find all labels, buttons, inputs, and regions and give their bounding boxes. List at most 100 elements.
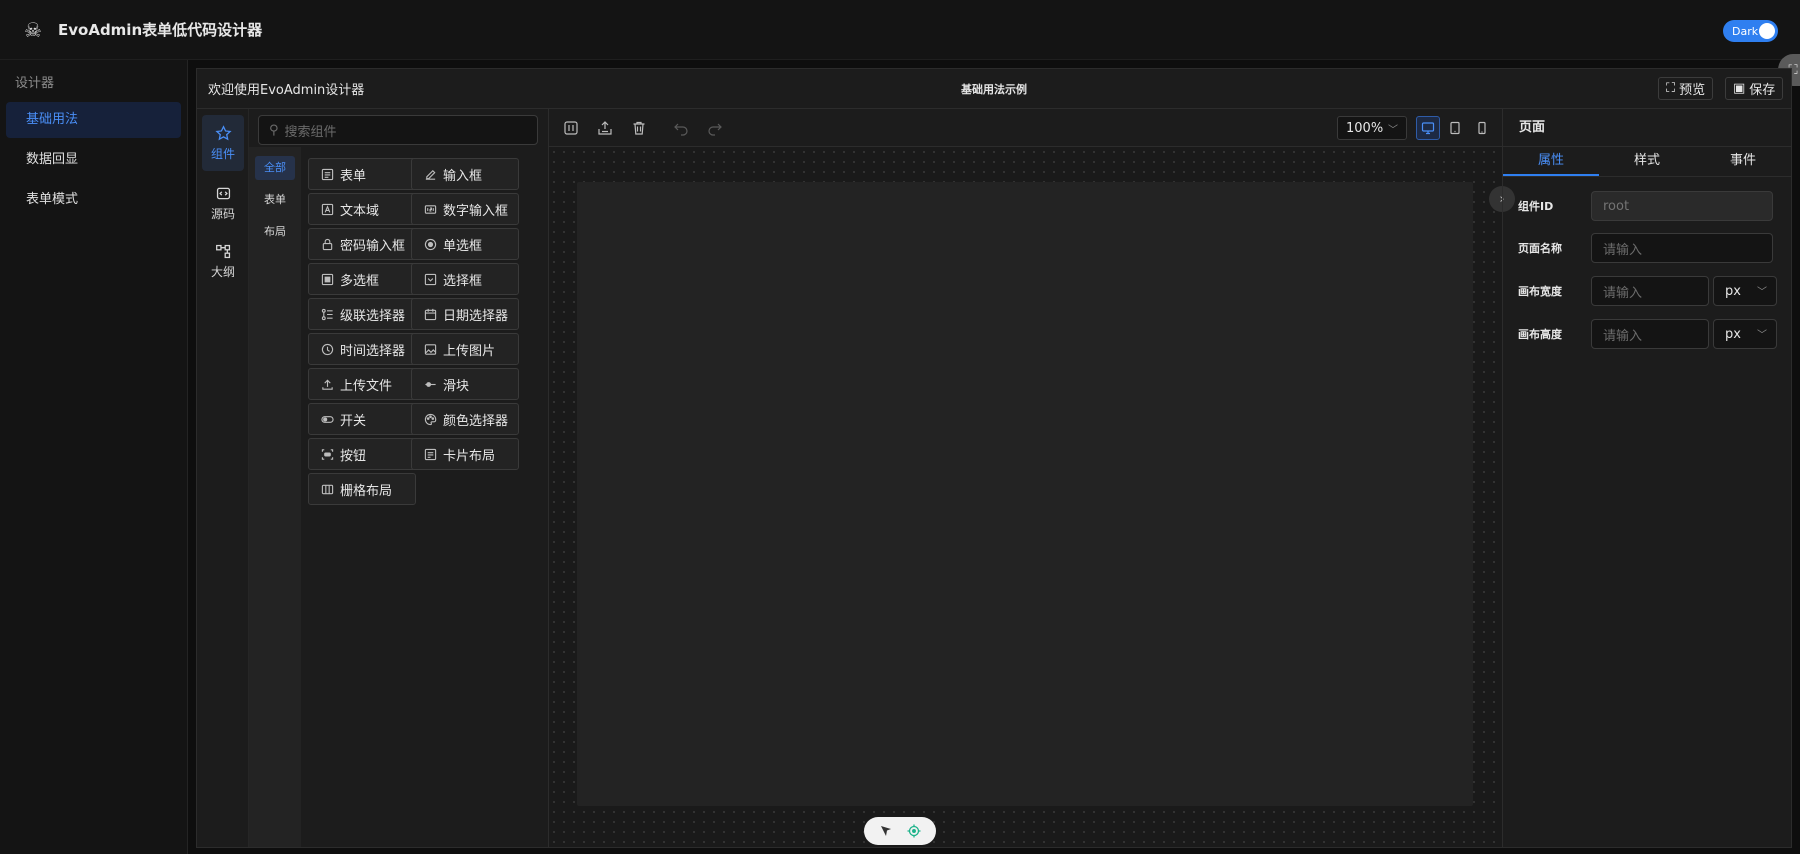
sidebar-item-basic[interactable]: 基础用法 (6, 102, 181, 138)
prop-row-component-id: 组件ID root (1518, 191, 1782, 221)
designer-header: 欢迎使用EvoAdmin设计器 基础用法示例 ⛶ 预览 ▣ 保存 (197, 69, 1791, 109)
component-color-picker[interactable]: 颜色选择器 (411, 403, 519, 435)
desktop-icon (1421, 122, 1435, 135)
calendar-icon (424, 308, 437, 320)
designer-container: 欢迎使用EvoAdmin设计器 基础用法示例 ⛶ 预览 ▣ 保存 组件 源码 大… (196, 68, 1792, 848)
component-upload-image[interactable]: 上传图片 (411, 333, 519, 365)
tab-properties[interactable]: 属性 (1503, 147, 1599, 176)
redo-icon[interactable] (707, 120, 723, 136)
select-cursor-icon[interactable] (879, 824, 893, 838)
component-cascader[interactable]: 级联选择器 (308, 298, 416, 330)
button-icon (321, 448, 334, 460)
radio-icon (424, 238, 437, 250)
save-icon: ▣ (1733, 81, 1746, 96)
canvas-height-input[interactable]: 请输入 (1591, 319, 1709, 349)
chevron-down-icon: ﹀ (1757, 287, 1767, 298)
crosshair-icon[interactable] (907, 824, 921, 838)
delete-icon[interactable] (631, 120, 647, 136)
component-upload-file[interactable]: 上传文件 (308, 368, 416, 400)
theme-toggle-label: Dark (1732, 24, 1759, 38)
palette-icon (424, 413, 437, 425)
component-id-field: root (1591, 191, 1773, 221)
select-icon (424, 273, 437, 285)
canvas-height-unit-select[interactable]: px ﹀ (1713, 319, 1777, 349)
canvas-width-unit-select[interactable]: px ﹀ (1713, 276, 1777, 306)
import-icon[interactable] (597, 120, 613, 136)
category-column: 全部 表单 布局 (249, 147, 301, 847)
theme-toggle[interactable]: Dark (1723, 20, 1778, 42)
rail-tab-outline[interactable]: 大纲 (202, 233, 244, 289)
grid-icon (321, 484, 334, 494)
properties-panel: 页面 属性 样式 事件 组件ID root 页面名称 请输入 画布宽度 请输入 … (1502, 109, 1791, 847)
canvas-toolbar: 100% ﹀ (548, 109, 1502, 147)
clock-icon (321, 343, 334, 355)
component-search-input[interactable]: ⚲ 搜索组件 (258, 115, 538, 145)
form-settings-icon[interactable] (563, 120, 579, 136)
component-checkbox[interactable]: 多选框 (308, 263, 416, 295)
switch-icon (321, 415, 334, 423)
canvas-width-label: 画布宽度 (1518, 285, 1562, 298)
component-select[interactable]: 选择框 (411, 263, 519, 295)
rail-tab-code[interactable]: 源码 (202, 175, 244, 231)
designer-title: 基础用法示例 (961, 82, 1027, 96)
category-layout[interactable]: 布局 (255, 220, 295, 244)
sidebar-group-label: 设计器 (15, 76, 55, 91)
form-icon (321, 168, 334, 180)
top-bar: ☠ EvoAdmin表单低代码设计器 Dark (0, 0, 1800, 60)
page-name-input[interactable]: 请输入 (1591, 233, 1773, 263)
component-password-input[interactable]: 密码输入框 (308, 228, 416, 260)
rail-tab-components[interactable]: 组件 (202, 115, 244, 171)
component-id-label: 组件ID (1518, 200, 1554, 213)
zoom-select[interactable]: 100% ﹀ (1337, 116, 1407, 140)
tablet-view-button[interactable] (1443, 116, 1467, 140)
prop-row-canvas-width: 画布宽度 请输入 px ﹀ (1518, 276, 1782, 306)
sidebar-item-data-echo[interactable]: 数据回显 (6, 142, 181, 178)
lock-icon (322, 238, 333, 250)
component-form[interactable]: 表单 (308, 158, 416, 190)
floating-toolbar (864, 817, 936, 845)
icon-rail: 组件 源码 大纲 (197, 109, 249, 847)
chevron-down-icon: ﹀ (1388, 125, 1398, 136)
category-form[interactable]: 表单 (255, 188, 295, 212)
component-number-input[interactable]: 数字输入框 (411, 193, 519, 225)
mobile-view-button[interactable] (1470, 116, 1494, 140)
tab-style[interactable]: 样式 (1599, 147, 1695, 176)
component-card-layout[interactable]: 卡片布局 (411, 438, 519, 470)
panel-tabs: 属性 样式 事件 (1503, 147, 1791, 177)
preview-button[interactable]: ⛶ 预览 (1658, 77, 1714, 100)
component-time-picker[interactable]: 时间选择器 (308, 333, 416, 365)
toggle-knob (1759, 23, 1775, 39)
panel-title: 页面 (1503, 109, 1791, 147)
preview-icon: ⛶ (1666, 81, 1676, 96)
prop-row-page-name: 页面名称 请输入 (1518, 233, 1782, 263)
canvas-width-input[interactable]: 请输入 (1591, 276, 1709, 306)
desktop-view-button[interactable] (1416, 116, 1440, 140)
save-button[interactable]: ▣ 保存 (1725, 77, 1784, 100)
tab-events[interactable]: 事件 (1695, 147, 1791, 176)
category-all[interactable]: 全部 (255, 156, 295, 180)
card-icon (424, 448, 437, 460)
upload-icon (322, 379, 333, 390)
sidebar-item-form-mode[interactable]: 表单模式 (6, 182, 181, 218)
canvas-height-label: 画布高度 (1518, 328, 1562, 341)
component-input[interactable]: 输入框 (411, 158, 519, 190)
checkbox-icon (321, 273, 334, 285)
component-radio[interactable]: 单选框 (411, 228, 519, 260)
slider-icon (425, 381, 436, 387)
components-icon (214, 124, 232, 140)
code-icon (216, 187, 230, 199)
textarea-icon (321, 203, 334, 215)
component-slider[interactable]: 滑块 (411, 368, 519, 400)
component-button[interactable]: 按钮 (308, 438, 416, 470)
component-textarea[interactable]: 文本域 (308, 193, 416, 225)
component-switch[interactable]: 开关 (308, 403, 416, 435)
chevron-down-icon: ﹀ (1757, 330, 1767, 341)
undo-icon[interactable] (673, 120, 689, 136)
skull-logo-icon: ☠ (24, 17, 42, 42)
prop-row-canvas-height: 画布高度 请输入 px ﹀ (1518, 319, 1782, 349)
canvas-page[interactable] (577, 182, 1473, 806)
search-icon: ⚲ (269, 122, 279, 138)
app-title: EvoAdmin表单低代码设计器 (58, 21, 263, 39)
component-grid-layout[interactable]: 栅格布局 (308, 473, 416, 505)
component-date-picker[interactable]: 日期选择器 (411, 298, 519, 330)
